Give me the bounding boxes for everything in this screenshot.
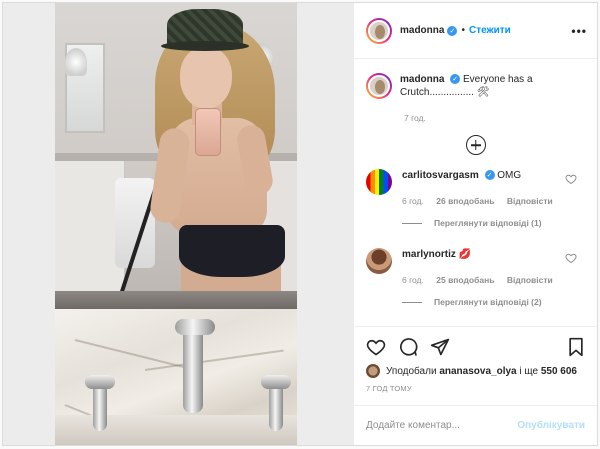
heart-icon[interactable] bbox=[366, 337, 386, 357]
post-photo[interactable] bbox=[55, 3, 297, 445]
comment-item: carlitosvargasm ✓ OMG 6 год. 26 вподобан… bbox=[366, 169, 585, 206]
photo-phone bbox=[195, 108, 221, 156]
photo-tap-handle bbox=[261, 375, 291, 389]
liked-by-prefix: Уподобали bbox=[386, 365, 437, 377]
caption-avatar[interactable] bbox=[366, 73, 392, 99]
heart-icon[interactable] bbox=[565, 252, 577, 264]
caption-username[interactable]: madonna bbox=[400, 74, 444, 85]
publish-button[interactable]: Опублікувати bbox=[517, 420, 585, 431]
instagram-post: madonna ✓ • Стежити ••• madonna ✓ Everyo… bbox=[2, 2, 598, 446]
commenter-username[interactable]: marlynortiz bbox=[402, 249, 456, 260]
photo-face bbox=[180, 47, 232, 109]
liked-by-suffix: і ще bbox=[519, 365, 539, 377]
verified-icon: ✓ bbox=[484, 170, 495, 181]
comments-section: madonna ✓ Everyone has a Crutch.........… bbox=[354, 59, 597, 326]
view-replies-button[interactable]: Переглянути відповіді (2) bbox=[402, 297, 585, 307]
photo-hat-brim bbox=[161, 41, 249, 51]
photo-tap-handle bbox=[85, 375, 115, 389]
comment-icon[interactable] bbox=[398, 337, 418, 357]
caption-text: madonna ✓ Everyone has a Crutch.........… bbox=[400, 73, 585, 99]
liked-by-user[interactable]: ananasova_olya bbox=[439, 366, 516, 377]
reply-button[interactable]: Відповісти bbox=[507, 275, 553, 285]
comment-text: 💋 bbox=[458, 249, 472, 260]
comment-item: marlynortiz 💋 6 год. 25 вподобань Відпов… bbox=[366, 248, 585, 285]
bookmark-icon[interactable] bbox=[567, 337, 585, 357]
heart-icon[interactable] bbox=[565, 173, 577, 185]
liker-avatar[interactable] bbox=[366, 364, 380, 378]
author-username[interactable]: madonna bbox=[400, 25, 444, 36]
more-icon[interactable]: ••• bbox=[571, 24, 587, 38]
add-comment-bar: Опублікувати bbox=[354, 405, 597, 445]
photo-marble bbox=[55, 309, 297, 445]
commenter-username[interactable]: carlitosvargasm bbox=[402, 170, 479, 181]
post-timestamp[interactable]: 7 ГОД ТОМУ bbox=[366, 384, 585, 393]
photo-basin bbox=[55, 415, 297, 445]
follow-button[interactable]: Стежити bbox=[469, 25, 511, 36]
view-replies-button[interactable]: Переглянути відповіді (1) bbox=[402, 218, 585, 228]
liked-by-count[interactable]: 550 606 bbox=[541, 366, 577, 377]
commenter-avatar[interactable] bbox=[366, 169, 392, 195]
caption: madonna ✓ Everyone has a Crutch.........… bbox=[366, 73, 585, 99]
post-header: madonna ✓ • Стежити ••• bbox=[354, 3, 597, 59]
photo-panel bbox=[3, 3, 354, 445]
share-icon[interactable] bbox=[430, 337, 450, 357]
photo-briefs bbox=[179, 225, 285, 277]
author-avatar[interactable] bbox=[366, 17, 392, 44]
comment-text: OMG bbox=[497, 170, 522, 181]
verified-icon: ✓ bbox=[450, 74, 461, 85]
marble-vein bbox=[144, 349, 284, 371]
post-sidebar: madonna ✓ • Стежити ••• madonna ✓ Everyo… bbox=[354, 3, 597, 445]
comment-likes[interactable]: 26 вподобань bbox=[436, 196, 494, 206]
action-icons bbox=[366, 335, 585, 359]
photo-chandelier bbox=[65, 48, 87, 76]
photo-mirror-edge bbox=[55, 291, 297, 309]
post-actions: Уподобали ananasova_olya і ще 550 606 7 … bbox=[354, 326, 597, 393]
comment-input[interactable] bbox=[366, 420, 518, 431]
reply-button[interactable]: Відповісти bbox=[507, 196, 553, 206]
photo-faucet bbox=[183, 323, 203, 413]
add-icon[interactable] bbox=[465, 135, 486, 155]
comment-time: 6 год. bbox=[402, 196, 424, 206]
likes-summary: Уподобали ananasova_olya і ще 550 606 bbox=[366, 364, 585, 378]
commenter-avatar[interactable] bbox=[366, 248, 392, 274]
caption-time: 7 год. bbox=[404, 113, 426, 123]
header-separator: • bbox=[461, 25, 465, 36]
comment-time: 6 год. bbox=[402, 275, 424, 285]
photo-faucet-spout bbox=[175, 319, 215, 335]
verified-icon: ✓ bbox=[447, 25, 458, 36]
comment-likes[interactable]: 25 вподобань bbox=[436, 275, 494, 285]
